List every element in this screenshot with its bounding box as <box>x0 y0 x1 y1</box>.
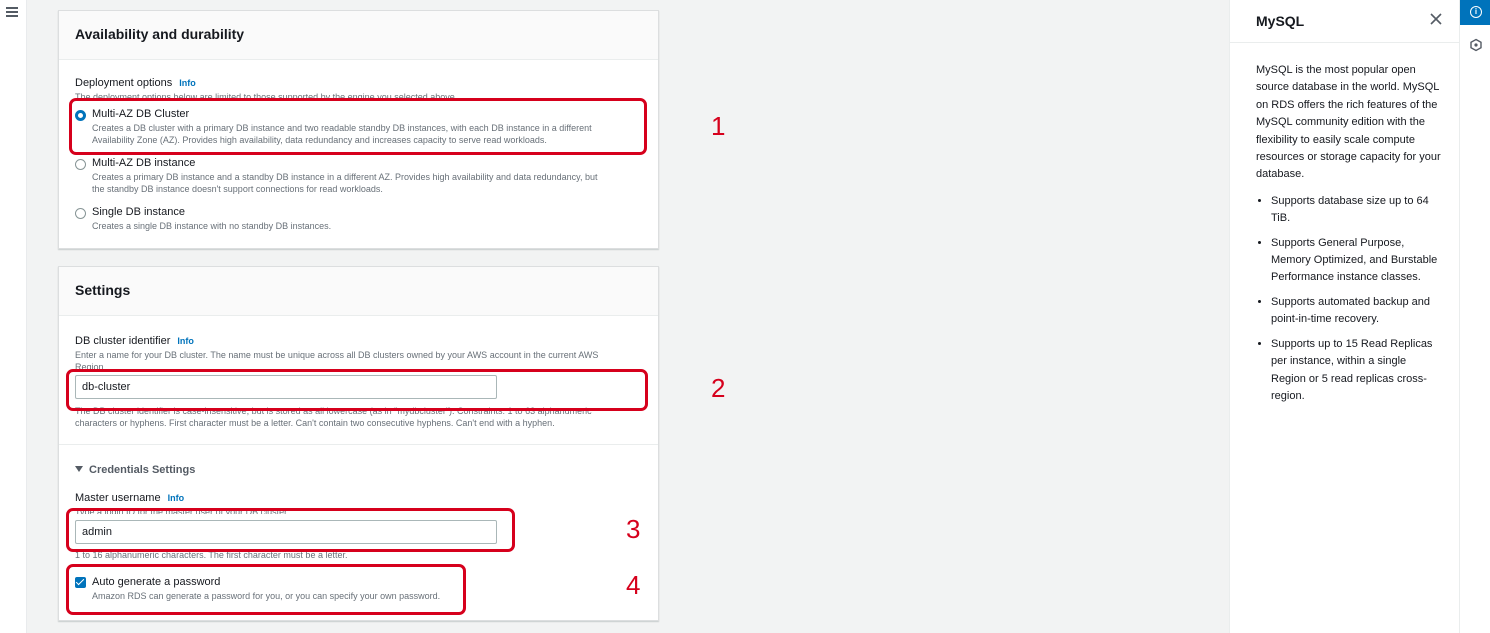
option-desc-line: Creates a primary DB instance and a stan… <box>92 172 598 182</box>
annotation-box-1 <box>69 98 647 155</box>
option-label: Multi-AZ DB instance <box>92 157 196 169</box>
annotation-number-2: 2 <box>711 373 726 403</box>
help-panel-body: MySQL is the most popular open source da… <box>1256 62 1441 412</box>
help-feature-list: Supports database size up to 64 TiB. Sup… <box>1256 193 1441 405</box>
radio-single-instance[interactable] <box>75 208 86 219</box>
master-username-label: Master username <box>75 492 161 504</box>
availability-header: Availability and durability <box>59 11 658 60</box>
radio-multi-az-instance[interactable] <box>75 159 86 170</box>
settings-title: Settings <box>75 282 131 298</box>
caret-down-icon <box>75 466 83 472</box>
annotation-box-4 <box>66 564 466 615</box>
option-desc-line: the standby DB instance doesn't support … <box>92 184 383 194</box>
option-label: Single DB instance <box>92 206 185 218</box>
desc-line: Enter a name for your DB cluster. The na… <box>75 350 599 360</box>
annotation-number-4: 4 <box>626 570 641 600</box>
option-desc-line: Creates a single DB instance with no sta… <box>92 221 332 231</box>
left-nav <box>0 0 27 633</box>
help-feature-item: Supports up to 15 Read Replicas per inst… <box>1271 336 1441 406</box>
cluster-identifier-label: DB cluster identifier <box>75 335 171 347</box>
cluster-identifier-info-link[interactable]: Info <box>177 336 194 346</box>
help-divider <box>1230 42 1460 43</box>
divider <box>59 444 658 445</box>
help-feature-item: Supports General Purpose, Memory Optimiz… <box>1271 235 1441 287</box>
annotation-box-3 <box>66 508 515 552</box>
settings-header: Settings <box>59 267 658 316</box>
hexagon-icon[interactable] <box>1469 38 1483 52</box>
hamburger-icon[interactable] <box>6 7 18 17</box>
deployment-options-label: Deployment options <box>75 77 173 89</box>
option-single-instance[interactable]: Single DB instance Creates a single DB i… <box>75 206 645 232</box>
close-icon[interactable] <box>1428 11 1444 27</box>
help-intro: MySQL is the most popular open source da… <box>1256 64 1441 181</box>
availability-title: Availability and durability <box>75 26 245 42</box>
credentials-settings-toggle[interactable]: Credentials Settings <box>75 462 195 476</box>
desc-line: characters or hyphens. First character m… <box>75 418 555 428</box>
info-icon: i <box>1470 6 1482 18</box>
annotation-number-3: 3 <box>626 514 641 544</box>
deployment-info-link[interactable]: Info <box>179 78 196 88</box>
credentials-settings-label: Credentials Settings <box>89 464 196 476</box>
option-multi-az-instance[interactable]: Multi-AZ DB instance Creates a primary D… <box>75 157 645 195</box>
help-panel-title: MySQL <box>1256 13 1305 29</box>
cluster-identifier-desc: Enter a name for your DB cluster. The na… <box>75 349 645 369</box>
master-username-info-link[interactable]: Info <box>168 493 185 503</box>
help-feature-item: Supports automated backup and point-in-t… <box>1271 294 1441 329</box>
tools-strip: i <box>1459 0 1490 633</box>
help-feature-item: Supports database size up to 64 TiB. <box>1271 193 1441 228</box>
info-tool-button[interactable]: i <box>1460 0 1490 25</box>
annotation-number-1: 1 <box>711 111 726 141</box>
help-panel: MySQL MySQL is the most popular open sou… <box>1229 0 1460 633</box>
desc-line: Region. <box>75 362 107 369</box>
annotation-box-2 <box>66 369 648 411</box>
